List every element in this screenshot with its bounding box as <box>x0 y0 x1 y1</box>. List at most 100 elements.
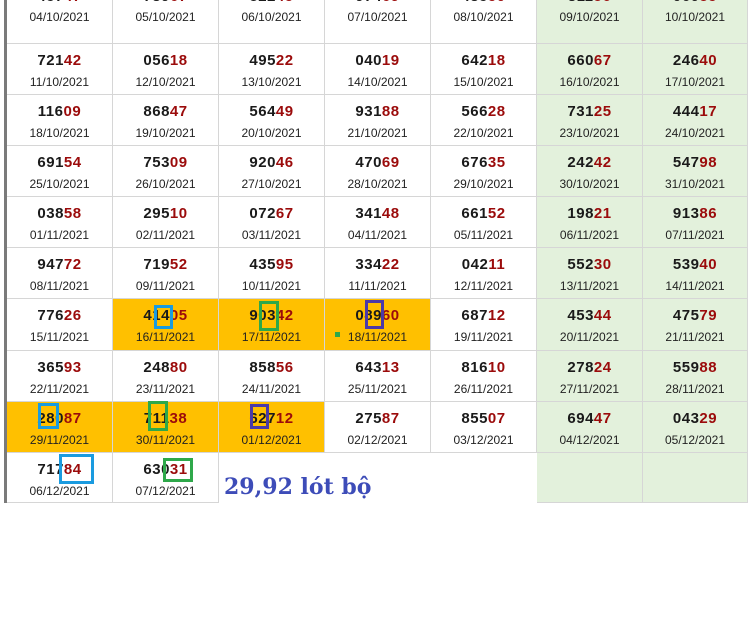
number-tail: 44 <box>593 307 612 324</box>
result-date: 28/11/2021 <box>665 382 725 396</box>
result-cell: 56449 20/10/2021 <box>219 95 325 146</box>
result-number: 73967 <box>113 0 218 6</box>
result-date: 11/10/2021 <box>29 75 90 89</box>
note-text: 29,92 lót bộ <box>224 474 372 500</box>
result-cell: 85507 03/12/2021 <box>431 402 537 453</box>
result-date: 02/12/2021 <box>347 433 408 447</box>
result-date: 20/11/2021 <box>559 330 620 344</box>
number-tail: 45 <box>276 0 294 5</box>
number-tail: 09 <box>63 103 82 120</box>
number-tail: 48 <box>381 205 400 222</box>
number-tail: 47 <box>593 410 612 427</box>
number-head: 719 <box>143 256 170 273</box>
number-tail: 98 <box>699 154 718 171</box>
result-cell: 24640 17/10/2021 <box>643 44 748 95</box>
number-tail: 88 <box>699 359 718 376</box>
result-cell: 53940 14/11/2021 <box>643 248 748 299</box>
result-number: 04211 <box>431 256 536 274</box>
result-cell: 36593 22/11/2021 <box>7 351 113 402</box>
result-cell <box>643 453 748 503</box>
result-date: 12/10/2021 <box>135 75 196 89</box>
highlight-box-blue <box>38 403 59 429</box>
result-date: 04/11/2021 <box>347 228 408 242</box>
number-head: 278 <box>567 359 594 376</box>
result-number: 81610 <box>431 359 536 377</box>
result-date: 01/12/2021 <box>241 433 302 447</box>
result-date: 27/10/2021 <box>241 177 302 191</box>
result-number: 71952 <box>113 256 218 274</box>
result-date: 23/11/2021 <box>135 382 196 396</box>
result-date: 21/11/2021 <box>665 330 725 344</box>
result-cell: 47579 21/11/2021 <box>643 299 748 351</box>
highlight-box-green <box>259 301 279 331</box>
result-date: 06/12/2021 <box>29 484 90 498</box>
highlight-box-green <box>163 458 193 482</box>
result-cell: 28087 29/11/2021 <box>7 402 113 453</box>
result-number: 45747 <box>7 0 112 6</box>
result-cell: 04211 12/11/2021 <box>431 248 537 299</box>
number-tail: 79 <box>699 307 718 324</box>
result-date: 20/10/2021 <box>241 126 302 140</box>
result-number: 47069 <box>325 154 430 172</box>
number-head: 435 <box>461 0 488 5</box>
number-tail: 22 <box>381 256 400 273</box>
number-tail: 28 <box>487 103 506 120</box>
result-number: 75309 <box>113 154 218 172</box>
result-date: 26/11/2021 <box>453 382 514 396</box>
result-number: 64313 <box>325 359 430 377</box>
number-head: 042 <box>461 256 489 273</box>
result-cell: 66152 05/11/2021 <box>431 197 537 248</box>
number-tail: 50 <box>488 0 506 5</box>
result-cell: 19821 06/11/2021 <box>537 197 643 248</box>
result-date: 28/10/2021 <box>347 177 408 191</box>
number-head: 043 <box>672 410 700 427</box>
number-head: 242 <box>567 154 594 171</box>
result-date: 07/11/2021 <box>665 228 725 242</box>
result-date: 14/11/2021 <box>665 279 725 293</box>
number-tail: 46 <box>275 154 294 171</box>
number-tail: 13 <box>381 359 400 376</box>
number-tail: 52 <box>487 205 506 222</box>
number-tail: 25 <box>593 103 612 120</box>
result-number: 28087 <box>7 410 112 428</box>
result-date: 17/11/2021 <box>241 330 302 344</box>
number-tail: 72 <box>63 256 82 273</box>
result-number: 64218 <box>431 52 536 70</box>
result-date: 19/10/2021 <box>135 126 196 140</box>
result-cell: 77626 15/11/2021 <box>7 299 113 351</box>
number-tail: 47 <box>64 0 82 5</box>
result-cell: 71952 09/11/2021 <box>113 248 219 299</box>
number-head: 687 <box>461 307 488 324</box>
result-cell: 62712 01/12/2021 <box>219 402 325 453</box>
result-cell: 55230 13/11/2021 <box>537 248 643 299</box>
result-cell: 73967 05/10/2021 <box>113 0 219 44</box>
result-number: 24880 <box>113 359 218 377</box>
result-cell: 73125 23/10/2021 <box>537 95 643 146</box>
result-cell: 82245 06/10/2021 <box>219 0 325 44</box>
number-tail: 93 <box>63 359 82 376</box>
result-date: 04/12/2021 <box>559 433 620 447</box>
number-head: 753 <box>143 154 170 171</box>
result-date: 22/10/2021 <box>453 126 514 140</box>
result-cell: 43550 08/10/2021 <box>431 0 537 44</box>
result-cell: 47069 28/10/2021 <box>325 146 431 197</box>
number-head: 816 <box>461 359 488 376</box>
number-head: 457 <box>37 0 64 5</box>
number-tail: 40 <box>699 52 718 69</box>
number-tail: 87 <box>381 410 400 427</box>
number-tail: 40 <box>699 256 718 273</box>
result-number: 34148 <box>325 205 430 223</box>
result-date: 12/11/2021 <box>453 279 514 293</box>
result-cell: 27824 27/11/2021 <box>537 351 643 402</box>
result-date: 03/12/2021 <box>453 433 514 447</box>
result-date: 19/11/2021 <box>453 330 514 344</box>
number-head: 453 <box>567 307 594 324</box>
result-cell: 92046 27/10/2021 <box>219 146 325 197</box>
result-cell: 05618 12/10/2021 <box>113 44 219 95</box>
number-head: 547 <box>672 154 700 171</box>
result-number: 43550 <box>431 0 536 6</box>
result-cell: 67635 29/10/2021 <box>431 146 537 197</box>
number-head: 643 <box>355 359 382 376</box>
result-number: 97469 <box>325 0 430 6</box>
results-board: 4574704/10/20217396705/10/20218224506/10… <box>0 0 748 503</box>
